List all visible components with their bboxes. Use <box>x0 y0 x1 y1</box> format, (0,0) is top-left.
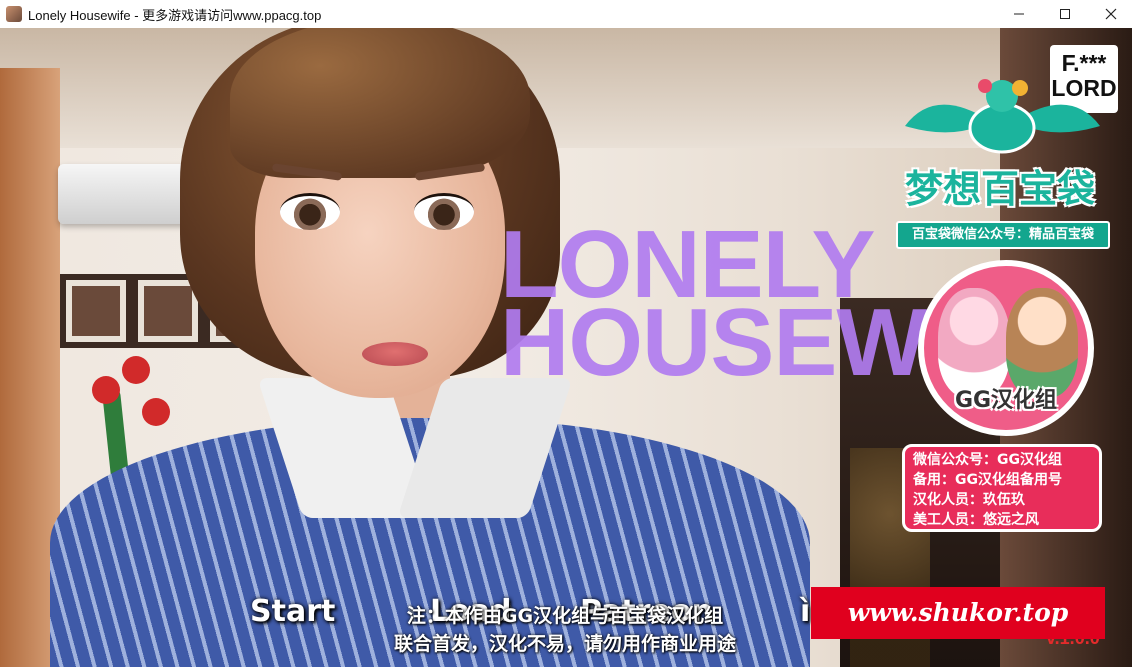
red-flower <box>142 398 170 426</box>
notice-line2: 联合首发，汉化不易，请勿用作商业用途 <box>393 633 736 655</box>
gg-group-label: GG汉化组 <box>954 388 1058 413</box>
dream-bag-name: 梦想百宝袋 <box>904 167 1095 211</box>
gg-info-line: 微信公众号：GG汉化组 <box>913 452 1062 468</box>
eye-left <box>280 193 340 230</box>
gg-info-line: 汉化人员：玖伍玖 <box>913 492 1025 508</box>
eye-right <box>414 193 474 230</box>
red-flower <box>92 376 120 404</box>
minimize-button[interactable] <box>996 0 1042 28</box>
gg-info-line: 美工人员：悠远之风 <box>913 512 1039 528</box>
character-lips <box>362 342 428 366</box>
window-title: Lonely Housewife - 更多游戏请访问www.ppacg.top <box>28 8 322 23</box>
app-portrait-icon <box>6 6 22 22</box>
maximize-icon <box>1060 9 1070 19</box>
minimize-icon <box>1014 13 1024 15</box>
dream-wechat-banner: 百宝袋微信公众号：精品百宝袋 <box>896 221 1110 249</box>
close-button[interactable] <box>1088 0 1132 28</box>
winged-bag-logo-icon <box>905 79 1100 154</box>
site-watermark-banner: www.shukor.top <box>811 587 1105 639</box>
translation-notice: 注：本作由GG汉化组与百宝袋汉化组 联合首发，汉化不易，请勿用作商业用途 <box>340 602 790 658</box>
start-button[interactable]: Start <box>250 594 335 629</box>
notice-line1: 注：本作由GG汉化组与百宝袋汉化组 <box>406 605 724 627</box>
gg-group-info: 微信公众号：GG汉化组 备用：GG汉化组备用号 汉化人员：玖伍玖 美工人员：悠远… <box>902 444 1102 532</box>
red-flower <box>122 356 150 384</box>
maximize-button[interactable] <box>1042 0 1088 28</box>
extra-menu-button[interactable]: ì <box>800 594 810 629</box>
gg-info-line: 备用：GG汉化组备用号 <box>913 472 1062 488</box>
air-conditioner <box>58 164 198 224</box>
wall-picture-frame <box>60 274 132 348</box>
character-bangs <box>230 28 530 178</box>
title-screen: LONELY HOUSEW... F.*** LORD 梦想百宝袋 百宝袋微信公众… <box>0 28 1132 667</box>
close-icon <box>1105 8 1117 20</box>
gg-group-logo: GG汉化组 <box>918 260 1094 436</box>
window-titlebar: Lonely Housewife - 更多游戏请访问www.ppacg.top <box>0 0 1132 29</box>
